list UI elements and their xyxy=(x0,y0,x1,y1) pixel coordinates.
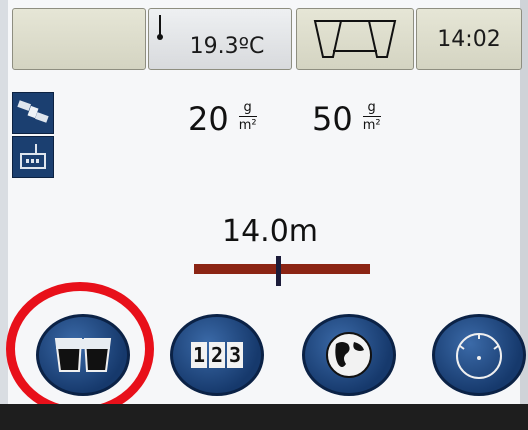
speedometer-icon xyxy=(456,333,502,379)
clock-box[interactable]: 14:02 xyxy=(416,8,522,70)
rate-right-value: 50 xyxy=(312,100,353,138)
rate-left-unit: g m² xyxy=(238,100,257,134)
application-rate-left: 20 g m² xyxy=(188,100,257,138)
calculator-digit: 3 xyxy=(227,342,243,368)
speedometer-button[interactable] xyxy=(432,314,526,396)
receiver-icon xyxy=(20,144,46,169)
calculator-digit: 2 xyxy=(209,342,225,368)
temperature-box[interactable]: 19.3ºC xyxy=(148,8,292,70)
highlight-circle xyxy=(6,282,154,416)
working-width-value: 14.0m xyxy=(222,214,319,249)
thermometer-icon xyxy=(157,15,163,40)
working-width-bar xyxy=(194,264,370,274)
satellite-icon xyxy=(17,100,49,123)
device-bezel-bottom xyxy=(0,404,528,430)
rate-right-unit-bottom: m² xyxy=(362,116,381,133)
rate-right-unit-top: g xyxy=(367,100,376,115)
rate-left-value: 20 xyxy=(188,100,229,138)
temperature-value: 19.3ºC xyxy=(189,33,265,59)
application-rate-right: 50 g m² xyxy=(312,100,381,138)
rate-left-unit-top: g xyxy=(243,100,252,115)
boom-sections-icon xyxy=(313,20,397,58)
globe-icon xyxy=(326,332,372,378)
rate-right-unit: g m² xyxy=(362,100,381,134)
calculator-icon: 1 2 3 xyxy=(191,342,243,368)
globe-button[interactable] xyxy=(302,314,396,396)
boom-sections-box[interactable] xyxy=(296,8,414,70)
receiver-status-button[interactable] xyxy=(12,136,54,178)
calculator-button[interactable]: 1 2 3 xyxy=(170,314,264,396)
clock-time: 14:02 xyxy=(437,26,501,52)
rate-left-unit-bottom: m² xyxy=(238,116,257,133)
working-width-marker xyxy=(275,256,281,286)
calculator-digit: 1 xyxy=(191,342,207,368)
satellite-status-button[interactable] xyxy=(12,92,54,134)
blank-status-box[interactable] xyxy=(12,8,146,70)
